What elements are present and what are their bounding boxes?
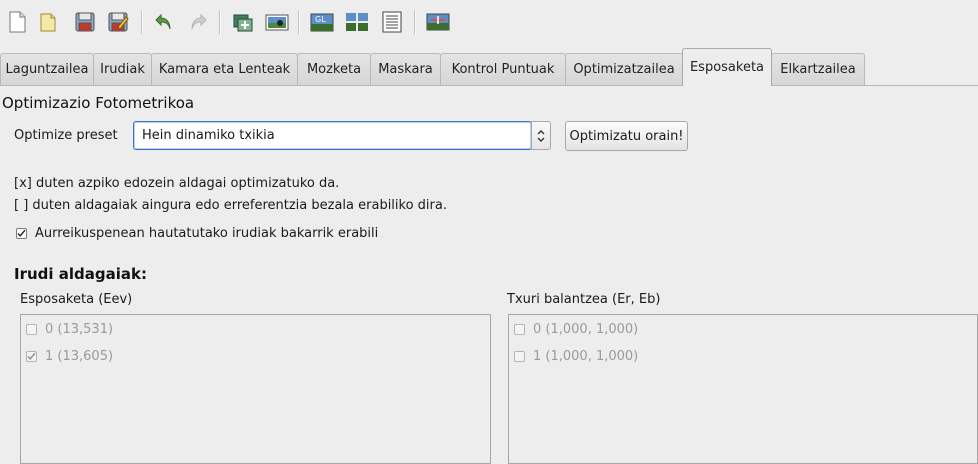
tab-irudiak[interactable]: Irudiak [93,53,152,85]
white-balance-item-1-label: 1 (1,000, 1,000) [533,348,639,364]
open-project-icon[interactable] [37,9,63,35]
new-project-icon[interactable] [4,9,30,35]
save-icon[interactable] [72,9,98,35]
updown-icon [537,129,545,142]
tab-optimizatzailea[interactable]: Optimizatzailea [565,53,683,85]
white-balance-item-0-checkbox[interactable] [514,323,525,335]
exposure-item-0-label: 0 (13,531) [45,321,114,337]
tab-kontrol-puntuak[interactable]: Kontrol Puntuak [440,53,566,85]
exposure-item-1-checkbox[interactable] [26,350,37,362]
redo-icon[interactable] [185,9,211,35]
tab-laguntzailea[interactable]: Laguntzailea [0,53,94,85]
white-balance-list[interactable]: 0 (1,000, 1,000) 1 (1,000, 1,000) [508,314,978,464]
tab-elkartzailea[interactable]: Elkartzailea [771,53,865,85]
straighten-icon[interactable] [425,9,451,35]
exposure-item-1-label: 1 (13,605) [45,348,114,364]
preview-icon[interactable] [264,9,290,35]
preview-only-label: Aurreikuspenean hautatutako irudiak baka… [35,226,379,241]
section-title: Optimizazio Fotometrikoa [2,94,195,112]
white-balance-title: Txuri balantzea (Er, Eb) [507,292,661,307]
preset-spinner[interactable] [531,121,551,150]
optimize-now-button[interactable]: Optimizatu orain! [565,121,688,151]
undo-icon[interactable] [151,9,177,35]
preset-label: Optimize preset [14,128,118,143]
tab-esposaketa[interactable]: Esposaketa [682,48,772,86]
table-icon[interactable] [379,9,405,35]
preview-only-checkbox[interactable] [16,228,27,239]
white-balance-item-0[interactable]: 0 (1,000, 1,000) [514,319,638,339]
exposure-item-0[interactable]: 0 (13,531) [26,319,113,339]
white-balance-item-1[interactable]: 1 (1,000, 1,000) [514,346,638,366]
check-icon [27,352,36,360]
preset-select[interactable]: Hein dinamiko txikia [133,121,532,150]
image-variables-title: Irudi aldagaiak: [14,265,147,283]
exposure-item-0-checkbox[interactable] [26,323,37,335]
toolbar: GL [0,0,978,44]
layout-icon[interactable] [344,9,370,35]
white-balance-item-0-label: 0 (1,000, 1,000) [533,321,639,337]
check-icon [17,229,26,237]
white-balance-item-1-checkbox[interactable] [514,350,525,362]
gl-label: GL [315,15,326,24]
tab-maskara[interactable]: Maskara [370,53,441,85]
info-line-1: [x] duten azpiko edozein aldagai optimiz… [14,176,340,191]
add-images-icon[interactable] [230,9,256,35]
exposure-list[interactable]: 0 (13,531) 1 (13,605) [20,314,491,464]
exposure-title: Esposaketa (Eev) [20,292,133,307]
gl-preview-icon[interactable]: GL [309,9,335,35]
tab-kamara-eta-lenteak[interactable]: Kamara eta Lenteak [151,53,298,85]
info-line-2: [ ] duten aldagaiak aingura edo errefere… [14,198,447,213]
save-as-icon[interactable] [105,9,131,35]
tab-mozketa[interactable]: Mozketa [297,53,371,85]
exposure-item-1[interactable]: 1 (13,605) [26,346,113,366]
